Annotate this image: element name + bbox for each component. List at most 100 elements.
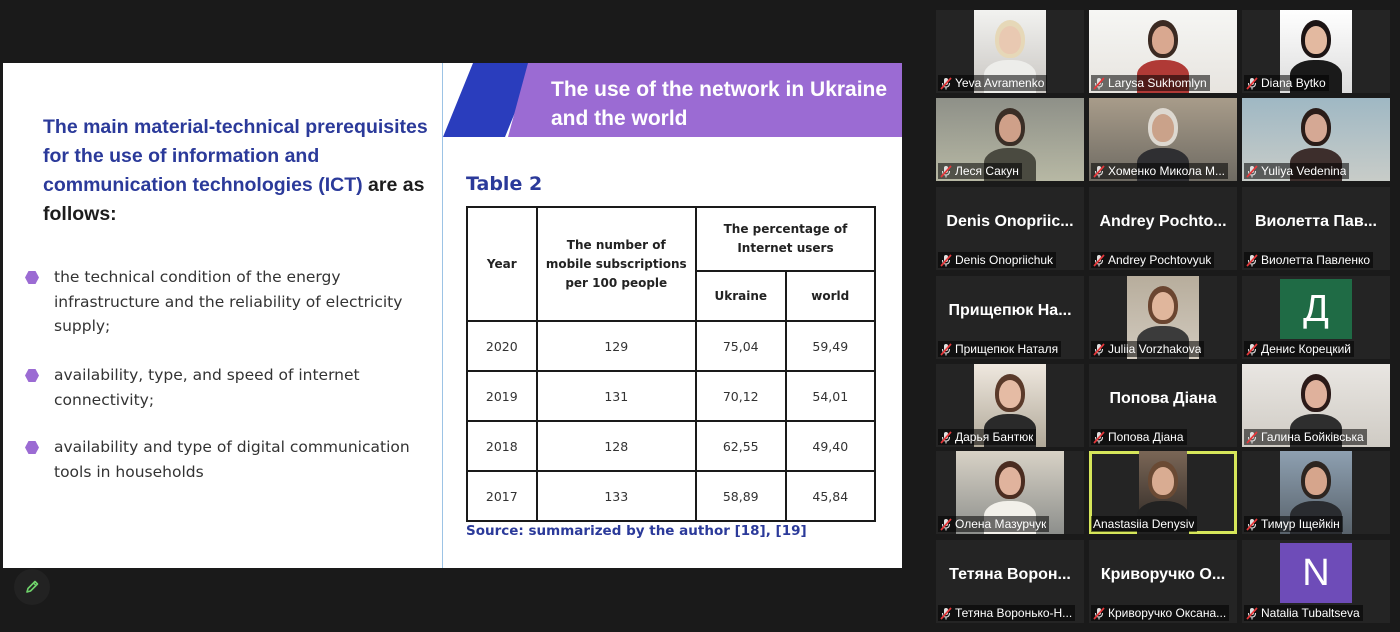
participant-name: Denis Onopriichuk	[955, 253, 1054, 267]
participant-nameplate: Тимур Іщейкін	[1244, 516, 1343, 532]
participant-face	[1152, 114, 1174, 142]
cell-subscriptions: 133	[535, 470, 697, 522]
hexagon-bullet-icon	[25, 441, 39, 454]
participant-display-name: Криворучко О...	[1100, 566, 1226, 583]
participant-display-name: Denis Onopriic...	[946, 213, 1074, 230]
mic-muted-icon	[940, 76, 952, 90]
participant-nameplate: Natalia Tubaltseva	[1244, 605, 1363, 621]
mic-muted-icon	[1246, 517, 1258, 531]
participant-tile[interactable]: Yuliya Vedenina	[1242, 98, 1390, 181]
header-ukraine: Ukraine	[694, 270, 787, 322]
participant-face	[1305, 380, 1327, 408]
mic-muted-icon	[1246, 164, 1258, 178]
participant-nameplate: Denis Onopriichuk	[938, 252, 1057, 268]
participant-gallery: Yeva Avramenko Larysa Sukhomlyn Diana Bytk…	[936, 10, 1390, 623]
participant-avatar: Д	[1280, 279, 1352, 339]
participant-name: Дарья Бантюк	[955, 430, 1034, 444]
cell-year: 2019	[466, 370, 538, 422]
participant-tile[interactable]: Дарья Бантюк	[936, 364, 1084, 447]
mic-muted-icon	[940, 253, 952, 267]
table-header-row: Year The number of mobile subscriptions …	[466, 206, 877, 322]
participant-nameplate: Yeva Avramenko	[938, 75, 1048, 91]
participant-nameplate: Виолетта Павленко	[1244, 252, 1374, 268]
participant-tile[interactable]: Прищепюк На... Прищепюк Наталя	[936, 276, 1084, 359]
cell-world: 59,49	[784, 320, 877, 372]
header-percentage: The percentage of Internet users	[694, 206, 877, 272]
mic-muted-icon	[1093, 253, 1105, 267]
participant-nameplate: Попова Діана	[1091, 429, 1187, 445]
participant-nameplate: Леся Сакун	[938, 163, 1022, 179]
participant-display-name: Виолетта Пав...	[1255, 213, 1377, 230]
participant-display-name: Прищепюк На...	[948, 302, 1072, 319]
participant-face	[1305, 26, 1327, 54]
participant-tile[interactable]: Anastasiia Denysiv	[1089, 451, 1237, 534]
mic-muted-icon	[1246, 430, 1258, 444]
mic-muted-icon	[1093, 164, 1105, 178]
participant-face	[1305, 467, 1327, 495]
participant-face	[1152, 26, 1174, 54]
mic-muted-icon	[940, 606, 952, 620]
participant-name: Попова Діана	[1108, 430, 1184, 444]
participant-name: Natalia Tubaltseva	[1261, 606, 1360, 620]
cell-subscriptions: 129	[535, 320, 697, 372]
mic-muted-icon	[1246, 606, 1258, 620]
cell-year: 2020	[466, 320, 538, 372]
participant-tile[interactable]: Тетяна Ворон... Тетяна Воронько-Н...	[936, 540, 1084, 623]
hexagon-bullet-icon	[25, 369, 39, 382]
participant-tile[interactable]: Виолетта Пав... Виолетта Павленко	[1242, 187, 1390, 270]
participant-nameplate: Andrey Pochtovyuk	[1091, 252, 1215, 268]
participant-face	[999, 26, 1021, 54]
participant-tile[interactable]: Леся Сакун	[936, 98, 1084, 181]
annotate-button[interactable]	[14, 569, 50, 605]
table-row: 2020 129 75,04 59,49	[466, 320, 877, 372]
zoom-meeting-window: The main material-technical prerequisite…	[0, 0, 1400, 632]
participant-tile[interactable]: Д Денис Корецкий	[1242, 276, 1390, 359]
participant-tile[interactable]: Тимур Іщейкін	[1242, 451, 1390, 534]
participant-tile[interactable]: Попова Діана Попова Діана	[1089, 364, 1237, 447]
mic-muted-icon	[1093, 430, 1105, 444]
participant-face	[999, 380, 1021, 408]
bullet-text: availability and type of digital communi…	[54, 438, 410, 481]
participant-nameplate: Хоменко Микола М...	[1091, 163, 1228, 179]
participant-tile[interactable]: Yeva Avramenko	[936, 10, 1084, 93]
participant-tile[interactable]: Diana Bytko	[1242, 10, 1390, 93]
participant-name: Леся Сакун	[955, 164, 1019, 178]
mic-muted-icon	[1246, 253, 1258, 267]
bullet-text: the technical condition of the energy in…	[54, 268, 403, 335]
participant-name: Тимур Іщейкін	[1261, 517, 1340, 531]
participant-face	[999, 467, 1021, 495]
participant-name: Виолетта Павленко	[1261, 253, 1371, 267]
participant-tile[interactable]: Криворучко О... Криворучко Оксана...	[1089, 540, 1237, 623]
header-year: Year	[466, 206, 538, 322]
table-row: 2018 128 62,55 49,40	[466, 420, 877, 472]
participant-tile[interactable]: Олена Мазурчук	[936, 451, 1084, 534]
participant-tile[interactable]: Larysa Sukhomlyn	[1089, 10, 1237, 93]
participant-tile[interactable]: Andrey Pochto... Andrey Pochtovyuk	[1089, 187, 1237, 270]
participant-display-name: Andrey Pochto...	[1099, 213, 1227, 230]
participant-tile[interactable]: N Natalia Tubaltseva	[1242, 540, 1390, 623]
participant-face	[1305, 114, 1327, 142]
participant-name: Тетяна Воронько-Н...	[955, 606, 1073, 620]
cell-ukraine: 70,12	[694, 370, 787, 422]
participant-face	[999, 114, 1021, 142]
shared-slide: The main material-technical prerequisite…	[3, 63, 902, 568]
participant-name: Прищепюк Наталя	[955, 342, 1059, 356]
mic-muted-icon	[940, 430, 952, 444]
cell-year: 2018	[466, 420, 538, 472]
participant-tile[interactable]: Juliia Vorzhakova	[1089, 276, 1237, 359]
participant-nameplate: Yuliya Vedenina	[1244, 163, 1350, 179]
participant-nameplate: Галина Бойківська	[1244, 429, 1367, 445]
participant-tile[interactable]: Хоменко Микола М...	[1089, 98, 1237, 181]
pencil-icon	[26, 580, 39, 593]
slide-left-heading: The main material-technical prerequisite…	[43, 113, 433, 229]
cell-subscriptions: 131	[535, 370, 697, 422]
participant-name: Juliia Vorzhakova	[1108, 342, 1202, 356]
participant-tile[interactable]: Галина Бойківська	[1242, 364, 1390, 447]
participant-tile[interactable]: Denis Onopriic... Denis Onopriichuk	[936, 187, 1084, 270]
participant-nameplate: Прищепюк Наталя	[938, 341, 1062, 357]
cell-world: 45,84	[784, 470, 877, 522]
participant-face	[1152, 292, 1174, 320]
cell-year: 2017	[466, 470, 538, 522]
participant-name: Diana Bytko	[1261, 76, 1326, 90]
cell-ukraine: 62,55	[694, 420, 787, 472]
